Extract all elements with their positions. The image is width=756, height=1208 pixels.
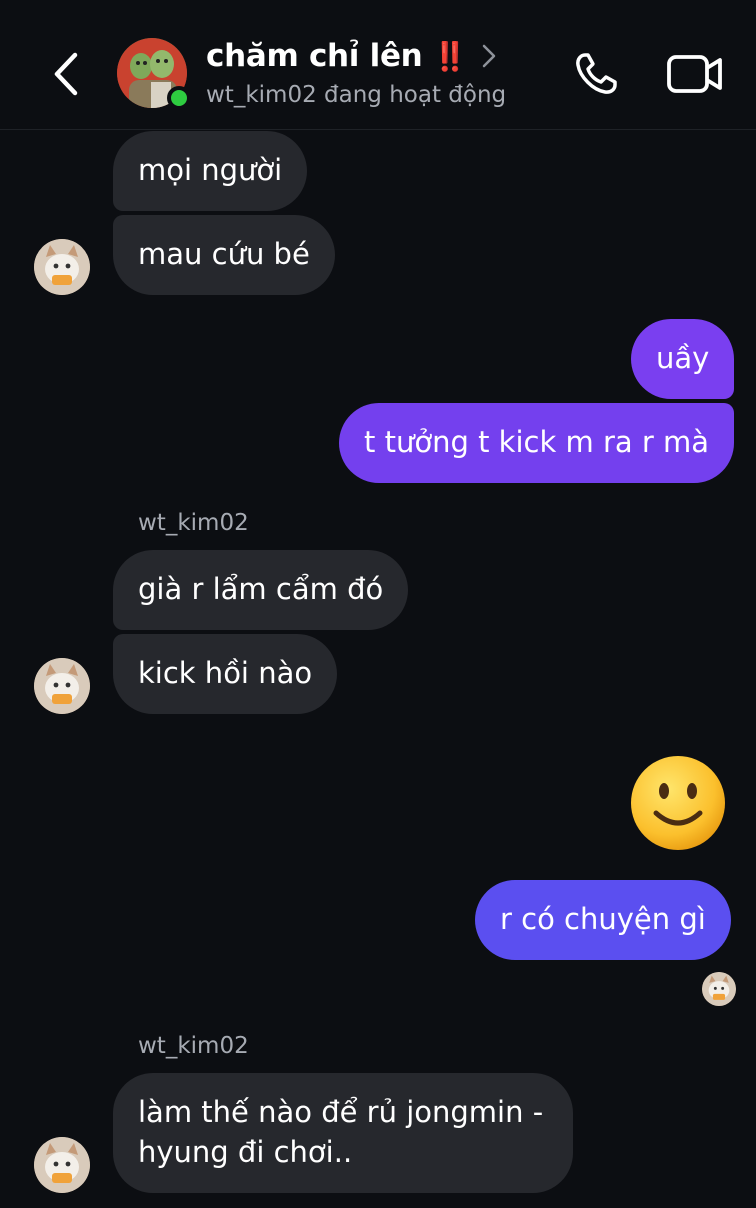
cat-avatar-icon	[34, 658, 90, 714]
chat-title: chăm chỉ lên	[206, 38, 423, 74]
sender-name: wt_kim02	[138, 510, 249, 536]
chat-header: chăm chỉ lên ‼️ wt_kim02 đang hoạt động	[0, 0, 756, 130]
sender-avatar[interactable]	[34, 658, 90, 714]
voice-call-button[interactable]	[568, 46, 624, 102]
incoming-message[interactable]: mọi người	[113, 131, 308, 211]
message-text: r có chuyện gì	[500, 902, 706, 936]
video-camera-icon	[667, 55, 722, 93]
video-call-button[interactable]	[664, 46, 726, 102]
cat-avatar-icon	[34, 1137, 90, 1193]
outgoing-message[interactable]: r có chuyện gì	[475, 880, 731, 960]
outgoing-message[interactable]: t tưởng t kick m ra r mà	[339, 403, 735, 483]
message-text-line: làm thế nào để rủ jongmin -	[138, 1095, 544, 1129]
double-exclamation-emoji: ‼️	[432, 39, 467, 73]
sender-name: wt_kim02	[138, 1033, 249, 1059]
group-avatar-button[interactable]	[117, 38, 191, 112]
slightly-smiling-face-icon	[631, 756, 725, 850]
chat-screen: chăm chỉ lên ‼️ wt_kim02 đang hoạt động …	[0, 0, 756, 1208]
incoming-message[interactable]: mau cứu bé	[113, 215, 335, 295]
message-text: mau cứu bé	[138, 237, 310, 271]
active-status: wt_kim02 đang hoạt động	[206, 82, 507, 108]
outgoing-emoji-message[interactable]: 🙂	[628, 753, 728, 853]
chevron-right-icon	[483, 44, 496, 68]
chevron-left-icon	[54, 52, 78, 96]
online-status-dot	[167, 86, 191, 110]
message-text: già r lẩm cẩm đó	[138, 572, 384, 606]
message-text: mọi người	[138, 153, 283, 187]
incoming-message[interactable]: kick hồi nào	[113, 634, 338, 714]
chat-title-row[interactable]: chăm chỉ lên ‼️	[206, 38, 497, 74]
cat-avatar-icon	[34, 239, 90, 295]
message-text: kick hồi nào	[138, 656, 313, 690]
sender-avatar[interactable]	[34, 1137, 90, 1193]
sender-avatar[interactable]	[34, 239, 90, 295]
back-button[interactable]	[44, 48, 88, 100]
incoming-message[interactable]: làm thế nào để rủ jongmin - hyung đi chơ…	[113, 1073, 574, 1193]
seen-by-avatar	[702, 972, 736, 1006]
message-text-line: hyung đi chơi..	[138, 1135, 353, 1169]
message-text: uầy	[656, 341, 710, 375]
message-text: t tưởng t kick m ra r mà	[364, 425, 710, 459]
phone-icon	[576, 53, 617, 94]
incoming-message[interactable]: già r lẩm cẩm đó	[113, 550, 409, 630]
cat-avatar-icon	[702, 972, 736, 1006]
outgoing-message[interactable]: uầy	[631, 319, 735, 399]
